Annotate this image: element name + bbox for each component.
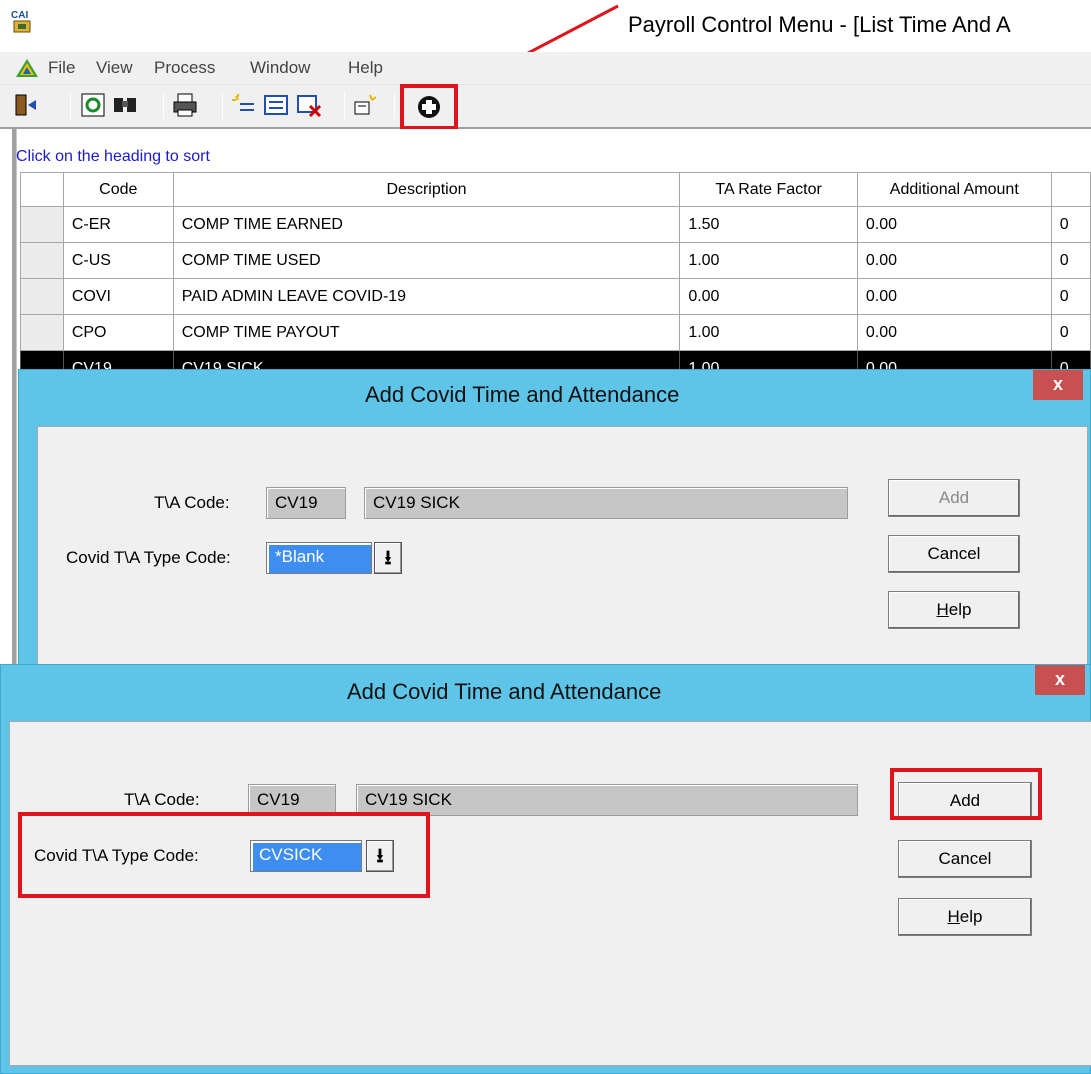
refresh-icon[interactable]: [80, 92, 106, 118]
window-title: Payroll Control Menu - [List Time And A: [628, 12, 1011, 37]
close-button[interactable]: x: [1033, 370, 1083, 400]
cell-extra: 0: [1050, 314, 1091, 351]
dialog-title: Add Covid Time and Attendance: [365, 382, 680, 407]
cell-description: PAID ADMIN LEAVE COVID-19: [172, 278, 681, 315]
grid-header-row: Code Description TA Rate Factor Addition…: [20, 172, 1091, 207]
ta-code-field: CV19: [266, 487, 346, 519]
cell-code: COVI: [62, 278, 174, 315]
cell-description: COMP TIME USED: [172, 242, 681, 279]
column-header-description[interactable]: Description: [172, 172, 681, 207]
app-menu-icon[interactable]: [14, 57, 40, 79]
cell-code: C-US: [62, 242, 174, 279]
menu-window[interactable]: Window: [250, 58, 310, 78]
cell-rate: 1.50: [679, 206, 858, 243]
add-button-highlight-box: [890, 768, 1042, 820]
help-button[interactable]: Help: [898, 898, 1032, 936]
row-selector[interactable]: [20, 314, 64, 351]
row-selector[interactable]: [20, 242, 64, 279]
covid-dialog-before: Add Covid Time and Attendance x T\A Code…: [18, 369, 1091, 669]
app-logo-icon: CAI: [10, 8, 34, 34]
cell-extra: 0: [1050, 242, 1091, 279]
add-button[interactable]: Add: [888, 479, 1020, 517]
cancel-button[interactable]: Cancel: [898, 840, 1032, 878]
type-code-label: Covid T\A Type Code:: [66, 548, 231, 567]
type-code-select[interactable]: *Blank: [266, 542, 372, 574]
table-row[interactable]: C-US COMP TIME USED 1.00 0.00 0: [20, 242, 1091, 279]
delete-icon[interactable]: [296, 92, 322, 118]
column-header-rate-factor[interactable]: TA Rate Factor: [679, 172, 858, 207]
ta-code-label: T\A Code:: [154, 493, 230, 512]
toolbar: [0, 85, 1091, 129]
cell-description: COMP TIME EARNED: [172, 206, 681, 243]
table-row[interactable]: C-ER COMP TIME EARNED 1.50 0.00 0: [20, 206, 1091, 243]
toolbar-separator: [163, 93, 164, 119]
options-icon[interactable]: [352, 92, 378, 118]
cell-rate: 1.00: [679, 314, 858, 351]
ta-description-field: CV19 SICK: [356, 784, 858, 816]
cell-code: CPO: [62, 314, 174, 351]
table-row[interactable]: CPO COMP TIME PAYOUT 1.00 0.00 0: [20, 314, 1091, 351]
exit-icon[interactable]: [12, 92, 38, 118]
ta-code-label: T\A Code:: [124, 790, 200, 809]
print-icon[interactable]: [172, 92, 198, 118]
cell-extra: 0: [1050, 206, 1091, 243]
cell-amount: 0.00: [856, 278, 1052, 315]
row-selector-header: [20, 172, 64, 207]
type-code-highlight-box: [18, 812, 430, 898]
menu-process[interactable]: Process: [154, 58, 215, 78]
help-button[interactable]: Help: [888, 591, 1020, 629]
cell-code: C-ER: [62, 206, 174, 243]
table-row[interactable]: COVI PAID ADMIN LEAVE COVID-19 0.00 0.00…: [20, 278, 1091, 315]
dialog-body: T\A Code: CV19 CV19 SICK Covid T\A Type …: [37, 426, 1088, 666]
dropdown-arrow-icon[interactable]: ⭳: [374, 542, 402, 574]
app-logo-text: CAI: [11, 10, 28, 21]
cell-amount: 0.00: [856, 242, 1052, 279]
cell-extra: 0: [1050, 278, 1091, 315]
new-icon[interactable]: [230, 92, 256, 118]
menu-file[interactable]: File: [48, 58, 75, 78]
toolbar-highlight-box: [400, 84, 458, 130]
ta-description-field: CV19 SICK: [364, 487, 848, 519]
edit-icon[interactable]: [263, 92, 289, 118]
menu-bar: File View Process Window Help: [0, 52, 1091, 85]
column-header-additional-amount[interactable]: Additional Amount: [856, 172, 1052, 207]
menu-help[interactable]: Help: [348, 58, 383, 78]
dialog-title: Add Covid Time and Attendance: [347, 679, 662, 704]
time-attendance-grid: Code Description TA Rate Factor Addition…: [20, 172, 1091, 387]
close-button[interactable]: x: [1035, 665, 1085, 695]
sort-hint: Click on the heading to sort: [16, 148, 210, 165]
find-icon[interactable]: [112, 92, 138, 118]
toolbar-separator: [70, 93, 71, 119]
toolbar-separator: [394, 93, 395, 119]
column-header-code[interactable]: Code: [62, 172, 174, 207]
toolbar-separator: [222, 93, 223, 119]
cell-amount: 0.00: [856, 206, 1052, 243]
row-selector[interactable]: [20, 278, 64, 315]
column-header-extra[interactable]: [1050, 172, 1091, 207]
menu-view[interactable]: View: [96, 58, 133, 78]
cell-amount: 0.00: [856, 314, 1052, 351]
cell-rate: 1.00: [679, 242, 858, 279]
cancel-button[interactable]: Cancel: [888, 535, 1020, 573]
toolbar-separator: [344, 93, 345, 119]
row-selector[interactable]: [20, 206, 64, 243]
cell-description: COMP TIME PAYOUT: [172, 314, 681, 351]
cell-rate: 0.00: [679, 278, 858, 315]
